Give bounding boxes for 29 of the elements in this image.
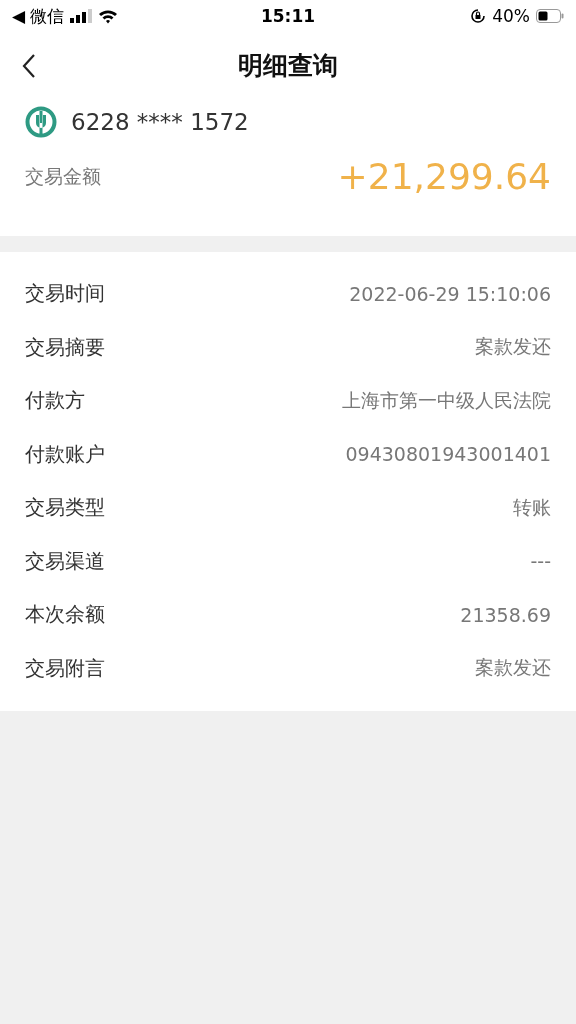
- detail-value: 21358.69: [460, 603, 551, 626]
- detail-value: 案款发还: [475, 334, 551, 360]
- detail-value: ---: [530, 550, 551, 573]
- detail-value: 上海市第一中级人民法院: [342, 387, 551, 413]
- detail-value: 2022-06-29 15:10:06: [349, 282, 551, 305]
- detail-value: 09430801943001401: [345, 443, 551, 466]
- detail-label: 交易摘要: [25, 333, 105, 361]
- status-time: 15:11: [260, 6, 316, 26]
- detail-label: 本次余额: [25, 601, 105, 629]
- card-number: 6228 **** 1572: [71, 109, 249, 135]
- battery-percent: 40%: [492, 6, 530, 26]
- detail-label: 付款账户: [25, 440, 105, 468]
- amount-label: 交易金额: [25, 163, 101, 189]
- detail-label: 交易类型: [25, 494, 105, 522]
- back-button[interactable]: [22, 52, 38, 80]
- back-to-app-link[interactable]: ◀ 微信: [12, 4, 65, 28]
- detail-label: 交易时间: [25, 280, 105, 308]
- detail-label: 交易附言: [25, 654, 105, 682]
- detail-value: 案款发还: [475, 655, 551, 681]
- transaction-amount: +21,299.64: [337, 156, 551, 197]
- battery-icon: [536, 9, 564, 23]
- page-title: 明细查询: [238, 49, 338, 82]
- wifi-icon: [98, 8, 119, 24]
- bank-logo-icon: [25, 106, 57, 138]
- detail-label: 交易渠道: [25, 547, 105, 575]
- detail-value: 转账: [513, 494, 551, 520]
- detail-label: 付款方: [25, 387, 85, 415]
- signal-icon: [70, 9, 93, 23]
- rotation-lock-icon: [470, 8, 487, 24]
